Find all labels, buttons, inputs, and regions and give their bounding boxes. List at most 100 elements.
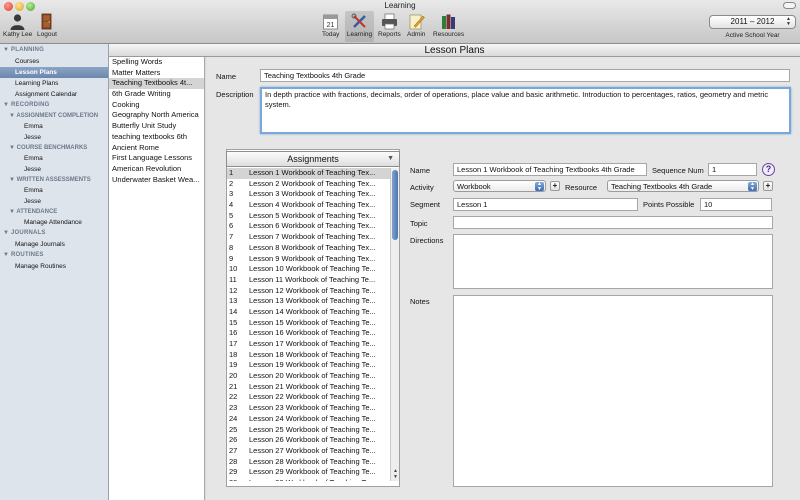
segment-field[interactable]: Lesson 1 bbox=[453, 198, 638, 211]
sidebar-item-jesse[interactable]: Jesse bbox=[0, 164, 108, 175]
sequence-num-field[interactable]: 1 bbox=[708, 163, 757, 176]
sidebar-header-written-assessments[interactable]: ▼ WRITTEN ASSESSMENTS bbox=[0, 175, 108, 185]
sidebar-item-jesse[interactable]: Jesse bbox=[0, 132, 108, 143]
course-item[interactable]: Spelling Words bbox=[109, 57, 204, 68]
assignment-row[interactable]: 14 Lesson 14 Workbook of Teaching Te... bbox=[227, 307, 390, 318]
scrollbar-thumb[interactable] bbox=[392, 170, 398, 240]
close-window-button[interactable] bbox=[4, 2, 13, 11]
sidebar-item-manage-routines[interactable]: Manage Routines bbox=[0, 261, 108, 272]
add-resource-button[interactable]: + bbox=[763, 181, 773, 191]
assignment-number: 1 bbox=[229, 168, 234, 177]
course-item[interactable]: American Revolution bbox=[109, 164, 204, 175]
sidebar-item-learning-plans[interactable]: Learning Plans bbox=[0, 78, 108, 89]
disclosure-triangle-icon: ▼ bbox=[387, 155, 394, 162]
course-item[interactable]: Geography North America bbox=[109, 110, 204, 121]
assignment-row[interactable]: 11 Lesson 11 Workbook of Teaching Te... bbox=[227, 275, 390, 286]
lesson-plan-detail: Name Teaching Textbooks 4th Grade Descri… bbox=[206, 57, 800, 500]
course-item[interactable]: Underwater Basket Wea... bbox=[109, 175, 204, 186]
assignment-row[interactable]: 9 Lesson 9 Workbook of Teaching Tex... bbox=[227, 254, 390, 265]
add-activity-button[interactable]: + bbox=[550, 181, 560, 191]
reports-button[interactable]: Reports bbox=[378, 13, 401, 38]
assignment-row[interactable]: 18 Lesson 18 Workbook of Teaching Te... bbox=[227, 350, 390, 361]
school-year-select[interactable]: 2011 – 2012 ▲ ▼ bbox=[709, 15, 796, 29]
course-item[interactable]: Teaching Textbooks 4t... bbox=[109, 78, 204, 90]
logout-button[interactable]: Logout bbox=[37, 13, 57, 38]
course-item[interactable]: teaching textbooks 6th bbox=[109, 132, 204, 143]
assignment-number: 17 bbox=[229, 339, 238, 348]
sidebar-item-courses[interactable]: Courses bbox=[0, 56, 108, 67]
sidebar-header-routines[interactable]: ▼ ROUTINES bbox=[0, 250, 108, 261]
logout-label: Logout bbox=[37, 31, 57, 38]
assignment-row[interactable]: 29 Lesson 29 Workbook of Teaching Te... bbox=[227, 467, 390, 478]
course-item[interactable]: Matter Matters bbox=[109, 68, 204, 79]
sidebar-item-emma[interactable]: Emma bbox=[0, 153, 108, 164]
assignment-row[interactable]: 6 Lesson 6 Workbook of Teaching Tex... bbox=[227, 221, 390, 232]
sidebar-header-attendance[interactable]: ▼ ATTENDANCE bbox=[0, 207, 108, 217]
assignment-row[interactable]: 22 Lesson 22 Workbook of Teaching Te... bbox=[227, 392, 390, 403]
activity-select[interactable]: Workbook ▲ ▼ bbox=[453, 180, 546, 192]
scroll-arrows-icon[interactable]: ▲ ▼ bbox=[392, 468, 399, 480]
sidebar-item-emma[interactable]: Emma bbox=[0, 121, 108, 132]
assignment-number: 30 bbox=[227, 478, 249, 481]
assignment-row[interactable]: 13 Lesson 13 Workbook of Teaching Te... bbox=[227, 296, 390, 307]
assignment-row[interactable]: 24 Lesson 24 Workbook of Teaching Te... bbox=[227, 414, 390, 425]
learning-button[interactable]: Learning bbox=[345, 11, 374, 42]
assignment-row[interactable]: 8 Lesson 8 Workbook of Teaching Tex... bbox=[227, 243, 390, 254]
course-list: Spelling Words Matter Matters Teaching T… bbox=[109, 57, 205, 500]
assignment-row[interactable]: 27 Lesson 27 Workbook of Teaching Te... bbox=[227, 446, 390, 457]
topic-field[interactable] bbox=[453, 216, 773, 229]
assignment-row[interactable]: 23 Lesson 23 Workbook of Teaching Te... bbox=[227, 403, 390, 414]
assignment-row[interactable]: 26 Lesson 26 Workbook of Teaching Te... bbox=[227, 435, 390, 446]
course-item[interactable]: Ancient Rome bbox=[109, 143, 204, 154]
directions-field[interactable] bbox=[453, 234, 773, 289]
assignment-row[interactable]: 20 Lesson 20 Workbook of Teaching Te... bbox=[227, 371, 390, 382]
assignment-row[interactable]: 15 Lesson 15 Workbook of Teaching Te... bbox=[227, 318, 390, 329]
resources-button[interactable]: Resources bbox=[433, 13, 464, 38]
sidebar-item-assignment-calendar[interactable]: Assignment Calendar bbox=[0, 89, 108, 100]
assignments-header[interactable]: Assignments ▼ bbox=[226, 151, 400, 167]
assignment-row[interactable]: 1 Lesson 1 Workbook of Teaching Tex... bbox=[227, 168, 390, 179]
notes-field[interactable] bbox=[453, 295, 773, 487]
assignment-row[interactable]: 16 Lesson 16 Workbook of Teaching Te... bbox=[227, 328, 390, 339]
assignment-row[interactable]: 3 Lesson 3 Workbook of Teaching Tex... bbox=[227, 189, 390, 200]
sidebar-header-planning[interactable]: ▼ PLANNING bbox=[0, 45, 108, 56]
sidebar-header-journals[interactable]: ▼ JOURNALS bbox=[0, 228, 108, 239]
course-item[interactable]: Butterfly Unit Study bbox=[109, 121, 204, 132]
zoom-window-button[interactable] bbox=[26, 2, 35, 11]
assignment-row[interactable]: 19 Lesson 19 Workbook of Teaching Te... bbox=[227, 360, 390, 371]
toolbar-toggle-button[interactable] bbox=[783, 2, 796, 9]
assignment-row[interactable]: 28 Lesson 28 Workbook of Teaching Te... bbox=[227, 457, 390, 468]
assignment-row[interactable]: 10 Lesson 10 Workbook of Teaching Te... bbox=[227, 264, 390, 275]
course-item[interactable]: Cooking bbox=[109, 100, 204, 111]
assignment-row[interactable]: 5 Lesson 5 Workbook of Teaching Tex... bbox=[227, 211, 390, 222]
assignment-row[interactable]: 21 Lesson 21 Workbook of Teaching Te... bbox=[227, 382, 390, 393]
points-possible-field[interactable]: 10 bbox=[700, 198, 772, 211]
assignment-row[interactable]: 17 Lesson 17 Workbook of Teaching Te... bbox=[227, 339, 390, 350]
assignments-scrollbar[interactable]: ▲ ▼ bbox=[390, 168, 399, 481]
admin-button[interactable]: Admin bbox=[407, 13, 425, 38]
sidebar-item-manage-journals[interactable]: Manage Journals bbox=[0, 239, 108, 250]
sidebar-item-jesse[interactable]: Jesse bbox=[0, 196, 108, 207]
assignment-row[interactable]: 7 Lesson 7 Workbook of Teaching Tex... bbox=[227, 232, 390, 243]
description-field[interactable]: In depth practice with fractions, decima… bbox=[260, 87, 791, 134]
user-button[interactable]: Kathy Lee bbox=[3, 13, 32, 38]
sidebar-header-recording[interactable]: ▼ RECORDING bbox=[0, 100, 108, 111]
sidebar-header-assignment-completion[interactable]: ▼ ASSIGNMENT COMPLETION bbox=[0, 111, 108, 121]
assignment-row[interactable]: 4 Lesson 4 Workbook of Teaching Tex... bbox=[227, 200, 390, 211]
course-item[interactable]: 6th Grade Writing bbox=[109, 89, 204, 100]
minimize-window-button[interactable] bbox=[15, 2, 24, 11]
assignment-row[interactable]: 25 Lesson 25 Workbook of Teaching Te... bbox=[227, 425, 390, 436]
assignment-name-field[interactable]: Lesson 1 Workbook of Teaching Textbooks … bbox=[453, 163, 647, 176]
sidebar-header-course-benchmarks[interactable]: ▼ COURSE BENCHMARKS bbox=[0, 143, 108, 153]
assignment-row[interactable]: 2 Lesson 2 Workbook of Teaching Tex... bbox=[227, 179, 390, 190]
assignment-row[interactable]: 12 Lesson 12 Workbook of Teaching Te... bbox=[227, 286, 390, 297]
course-item[interactable]: First Language Lessons bbox=[109, 153, 204, 164]
sidebar-item-lesson-plans[interactable]: Lesson Plans bbox=[0, 67, 108, 78]
help-icon[interactable]: ? bbox=[762, 163, 775, 176]
resource-select[interactable]: Teaching Textbooks 4th Grade ▲ ▼ bbox=[607, 180, 759, 192]
sidebar-item-emma[interactable]: Emma bbox=[0, 185, 108, 196]
assignment-row[interactable]: 30Lesson 30 Workbook of Teaching Te... bbox=[227, 478, 390, 481]
today-button[interactable]: 21 Today bbox=[322, 13, 339, 38]
lesson-name-field[interactable]: Teaching Textbooks 4th Grade bbox=[260, 69, 790, 82]
sidebar-item-manage-attendance[interactable]: Manage Attendance bbox=[0, 217, 108, 228]
